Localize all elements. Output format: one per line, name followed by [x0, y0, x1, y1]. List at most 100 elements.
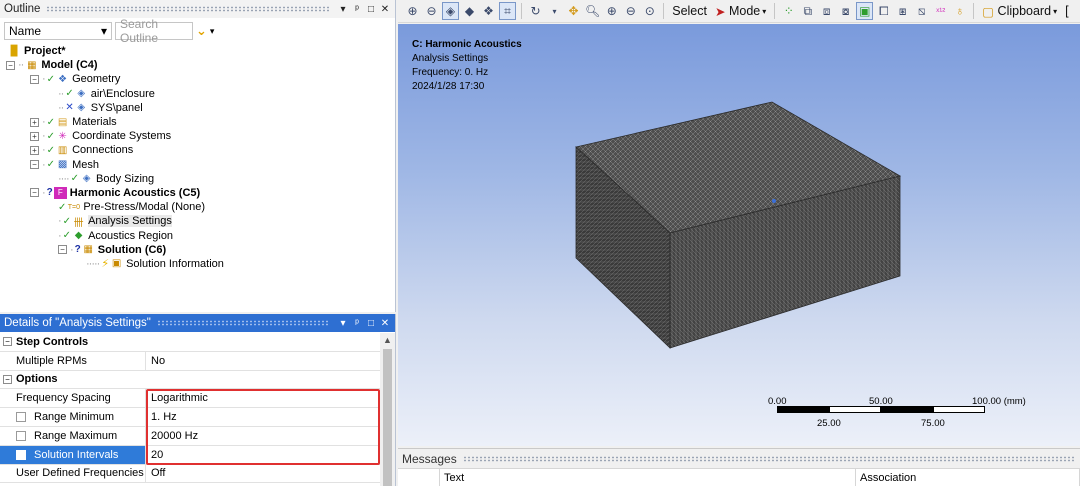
- tree-node-pre-stress[interactable]: ✓ T=0 Pre-Stress/Modal (None): [6, 200, 395, 214]
- tree-node-materials[interactable]: + · ✓ ▤ Materials: [6, 115, 395, 129]
- zoom-fit-icon[interactable]: ⊕: [404, 2, 421, 20]
- collapse-toggle[interactable]: −: [30, 188, 39, 198]
- expand-toggle[interactable]: +: [30, 117, 39, 127]
- property-value[interactable]: No: [146, 355, 380, 367]
- tree-node-coordinate-systems[interactable]: + · ✓ ✳ Coordinate Systems: [6, 129, 395, 143]
- tree-label: Geometry: [72, 73, 121, 86]
- column-header-association[interactable]: Association: [856, 469, 1080, 486]
- expand-toggle[interactable]: +: [30, 131, 39, 141]
- collapse-toggle[interactable]: −: [6, 60, 15, 70]
- filter-dropdown-icon[interactable]: ⌄: [196, 23, 207, 39]
- panel-menu-icon[interactable]: ▾: [337, 4, 349, 15]
- messages-title-bar: Messages: [398, 449, 1080, 468]
- tree-node-air-enclosure[interactable]: ·· ✓ ◈ air\Enclosure: [6, 87, 395, 101]
- mesh-model[interactable]: [398, 24, 1080, 446]
- zoom-out-icon[interactable]: ⊖: [622, 2, 639, 20]
- details-title: Details of "Analysis Settings": [4, 317, 151, 329]
- select-body-icon[interactable]: ⌗: [499, 2, 516, 20]
- select-mesh-icon[interactable]: ⧅: [913, 2, 930, 20]
- zoom-to-fit-icon[interactable]: ⊙: [641, 2, 658, 20]
- parameter-checkbox[interactable]: [16, 412, 26, 423]
- hint-icon[interactable]: ♁: [951, 2, 968, 20]
- maximize-icon[interactable]: □: [365, 4, 377, 15]
- mode-dropdown[interactable]: ➤ Mode ▾: [712, 4, 769, 19]
- scale-segment: [777, 406, 829, 413]
- group-options[interactable]: − Options: [0, 370, 380, 390]
- collapse-toggle[interactable]: −: [3, 374, 12, 384]
- shaded-view-icon[interactable]: ◆: [461, 2, 478, 20]
- search-outline-input[interactable]: Search Outline: [115, 17, 193, 45]
- parameter-checkbox[interactable]: [16, 430, 26, 441]
- rotate-icon[interactable]: ↻: [527, 2, 544, 20]
- solid-view-icon[interactable]: ◈: [442, 2, 459, 20]
- tree-node-sys-panel[interactable]: ·· ✕ ◈ SYS\panel: [6, 101, 395, 115]
- drag-handle[interactable]: [462, 455, 1076, 462]
- collapse-toggle[interactable]: −: [30, 74, 39, 84]
- coordinate-icon: ✳: [58, 130, 67, 142]
- select-label: Select: [672, 4, 707, 18]
- tree-node-acoustics-region[interactable]: · ✓ ◆ Acoustics Region: [6, 228, 395, 242]
- select-vertex-icon[interactable]: ⁘: [780, 2, 797, 20]
- select-button[interactable]: Select: [669, 4, 710, 18]
- select-element-face-icon[interactable]: ⧆: [894, 2, 911, 20]
- drag-handle[interactable]: [46, 6, 329, 12]
- tree-label: Analysis Settings: [88, 215, 172, 228]
- collapse-toggle[interactable]: −: [58, 245, 67, 255]
- x-icon: ✕: [65, 102, 74, 114]
- tree-node-analysis-settings[interactable]: · ✓ 卌 Analysis Settings: [6, 214, 395, 229]
- chevron-down-icon[interactable]: ▾: [210, 26, 215, 37]
- details-scrollbar[interactable]: ▲: [380, 333, 395, 486]
- tree-node-project[interactable]: ▉ Project*: [6, 44, 395, 58]
- tree-node-mesh[interactable]: − · ✓ ▩ Mesh: [6, 158, 395, 172]
- tree-node-body-sizing[interactable]: ···· ✓ ◈ Body Sizing: [6, 172, 395, 186]
- property-value[interactable]: Off: [146, 467, 380, 479]
- collapse-toggle[interactable]: −: [3, 337, 12, 347]
- pin-icon[interactable]: ᵖ: [351, 4, 363, 15]
- more-toolbar[interactable]: [: [1062, 4, 1071, 18]
- rotate-dropdown-icon[interactable]: ▾: [546, 2, 563, 20]
- tree-node-solution[interactable]: − · ? ▦ Solution (C6): [6, 243, 395, 257]
- model-icon: ▦: [27, 59, 37, 71]
- maximize-icon[interactable]: □: [365, 318, 377, 329]
- select-face-icon[interactable]: ⧈: [818, 2, 835, 20]
- pan-icon[interactable]: ✥: [565, 2, 582, 20]
- check-icon: ✓: [46, 144, 56, 156]
- group-step-controls[interactable]: − Step Controls: [0, 333, 380, 352]
- expand-toggle[interactable]: +: [30, 145, 39, 155]
- outline-panel: Outline ▾ ᵖ □ ✕ Name ▾ Search Outline ⌄ …: [0, 0, 396, 312]
- extend-icon[interactable]: ˣ¹²: [932, 2, 949, 20]
- tree-node-model[interactable]: − ·· ▦ Model (C4): [6, 58, 395, 72]
- clipboard-dropdown[interactable]: ▢ Clipboard ▾: [979, 4, 1060, 19]
- wireframe-icon[interactable]: ❖: [480, 2, 497, 20]
- pre-stress-icon: T=0: [67, 203, 81, 211]
- select-body-icon[interactable]: ⧇: [837, 2, 854, 20]
- parameter-checkbox[interactable]: [16, 449, 26, 460]
- select-element-icon[interactable]: ▣: [856, 2, 874, 20]
- panel-menu-icon[interactable]: ▾: [337, 318, 349, 329]
- scroll-thumb[interactable]: [383, 349, 392, 486]
- scroll-up-icon[interactable]: ▲: [380, 333, 395, 347]
- select-edge-icon[interactable]: ⧉: [799, 2, 816, 20]
- collapse-toggle[interactable]: −: [30, 160, 39, 170]
- tree-node-connections[interactable]: + · ✓ ▥ Connections: [6, 143, 395, 157]
- tree-node-geometry[interactable]: − · ✓ ❖ Geometry: [6, 72, 395, 86]
- drag-handle[interactable]: [156, 320, 329, 326]
- pin-icon[interactable]: ᵖ: [351, 318, 363, 329]
- details-title-bar: Details of "Analysis Settings" ▾ ᵖ □ ✕: [0, 314, 395, 332]
- select-node-icon[interactable]: ⧠: [875, 2, 892, 20]
- zoom-icon[interactable]: 🔍︎: [584, 2, 601, 20]
- close-icon[interactable]: ✕: [379, 318, 391, 329]
- property-row[interactable]: Multiple RPMs No: [0, 351, 380, 371]
- property-key: Range Maximum: [34, 429, 118, 442]
- filter-type-select[interactable]: Name ▾: [4, 22, 112, 40]
- tree-node-solution-information[interactable]: ····· ⚡ ▣ Solution Information: [6, 257, 395, 271]
- tree-label: SYS\panel: [90, 101, 143, 114]
- zoom-box-icon[interactable]: ⊖: [423, 2, 440, 20]
- property-row[interactable]: User Defined Frequencies Off: [0, 464, 380, 484]
- close-icon[interactable]: ✕: [379, 4, 391, 15]
- graphics-viewport[interactable]: C: Harmonic Acoustics Analysis Settings …: [398, 24, 1080, 446]
- tree-node-harmonic-acoustics[interactable]: − · ? F Harmonic Acoustics (C5): [6, 186, 395, 200]
- column-header-text[interactable]: Text: [440, 469, 856, 486]
- property-key: Multiple RPMs: [0, 351, 146, 370]
- zoom-in-icon[interactable]: ⊕: [603, 2, 620, 20]
